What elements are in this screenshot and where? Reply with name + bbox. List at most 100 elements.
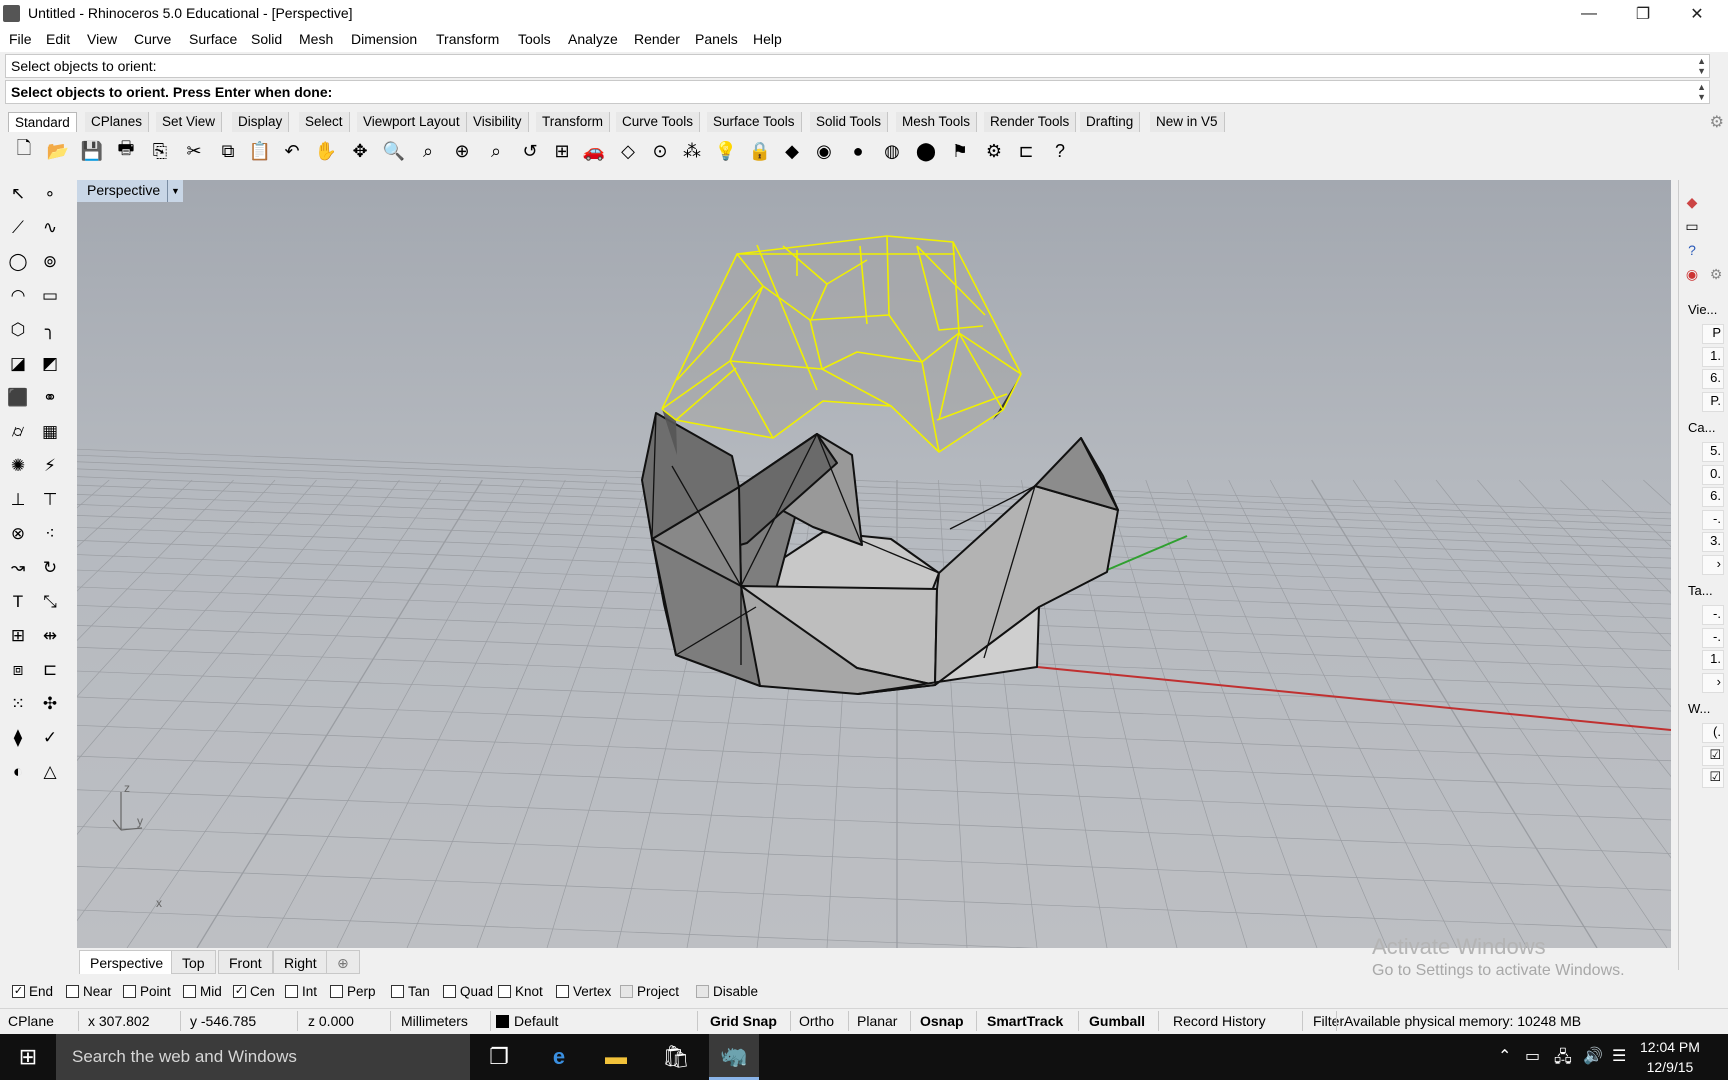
surface-icon[interactable]: ◪: [4, 350, 32, 378]
boolean-icon[interactable]: ⊗: [4, 520, 32, 548]
display-panel-icon[interactable]: ▭: [1682, 216, 1702, 236]
sphere-union-icon[interactable]: ⚭: [36, 384, 64, 412]
save-icon[interactable]: 💾: [78, 137, 106, 165]
vp-tab-top[interactable]: Top: [171, 950, 216, 974]
vp-tab-front[interactable]: Front: [218, 950, 273, 974]
join-icon[interactable]: ⁖: [36, 520, 64, 548]
osnap-checkbox[interactable]: ✓: [12, 985, 25, 998]
select-points-icon[interactable]: ⁂: [678, 137, 706, 165]
menu-edit[interactable]: Edit: [46, 31, 70, 47]
osnap-mid[interactable]: Mid: [183, 984, 222, 999]
osnap-near[interactable]: Near: [66, 984, 112, 999]
export-icon[interactable]: ⎘: [146, 137, 174, 165]
zoom-selected-icon[interactable]: ⌕: [482, 137, 510, 165]
zoom-icon[interactable]: 🔍: [380, 137, 408, 165]
osnap-perp[interactable]: Perp: [330, 984, 376, 999]
lock-icon[interactable]: 🔒: [746, 137, 774, 165]
undo-view-icon[interactable]: ↺: [516, 137, 544, 165]
tab-viewport-layout[interactable]: Viewport Layout: [357, 112, 467, 132]
command-prompt[interactable]: Select objects to orient. Press Enter wh…: [5, 80, 1710, 104]
tray-chevron-icon[interactable]: ⌃: [1498, 1046, 1511, 1066]
menu-solid[interactable]: Solid: [251, 31, 282, 47]
close-button[interactable]: ✕: [1670, 0, 1724, 28]
tray-network-icon[interactable]: 🖧: [1554, 1046, 1572, 1073]
add-viewport-icon[interactable]: ⊕: [326, 950, 360, 974]
mirror-icon[interactable]: ⇹: [36, 622, 64, 650]
perspective-viewport[interactable]: z y x: [77, 180, 1671, 948]
tray-notifications-icon[interactable]: ☰: [1612, 1046, 1626, 1066]
edge-browser-icon[interactable]: e: [534, 1034, 584, 1080]
tab-drafting[interactable]: Drafting: [1080, 112, 1141, 132]
start-windows-icon[interactable]: ⊞: [0, 1034, 56, 1080]
status-cplane[interactable]: CPlane: [8, 1013, 54, 1029]
help-panel-icon[interactable]: ?: [1682, 240, 1702, 260]
panel-property-value[interactable]: 6.: [1702, 487, 1724, 507]
gumball-icon[interactable]: ✣: [36, 690, 64, 718]
viewport-scene[interactable]: z y x: [77, 180, 1671, 948]
point-icon[interactable]: ∘: [36, 180, 64, 208]
undo-icon[interactable]: ↶: [278, 137, 306, 165]
cut-icon[interactable]: ✂: [180, 137, 208, 165]
help-icon[interactable]: ?: [1046, 137, 1074, 165]
light-icon[interactable]: 💡: [712, 137, 740, 165]
panel-property-value[interactable]: -.: [1702, 509, 1724, 530]
tab-cplanes[interactable]: CPlanes: [85, 112, 150, 132]
menu-curve[interactable]: Curve: [134, 31, 171, 47]
viewport-title[interactable]: Perspective: [77, 180, 171, 202]
car-icon[interactable]: 🚗: [580, 137, 608, 165]
menu-help[interactable]: Help: [753, 31, 782, 47]
osnap-checkbox[interactable]: [620, 985, 633, 998]
curve-icon[interactable]: ∿: [36, 214, 64, 242]
panel-property-value[interactable]: P.: [1702, 391, 1724, 412]
layers-panel-icon[interactable]: ◆: [1682, 192, 1702, 212]
minimize-button[interactable]: —: [1562, 0, 1616, 28]
print-icon[interactable]: 🖶: [112, 137, 140, 165]
osnap-vertex[interactable]: Vertex: [556, 984, 611, 999]
panel-property-value[interactable]: 1.: [1702, 346, 1724, 367]
layer-icon[interactable]: ◆: [778, 137, 806, 165]
osnap-checkbox[interactable]: [183, 985, 196, 998]
osnap-checkbox[interactable]: [498, 985, 511, 998]
options-icon[interactable]: ⚙: [980, 137, 1008, 165]
panel-property-value[interactable]: 1.: [1702, 650, 1724, 670]
zoom-extents-icon[interactable]: ⊕: [448, 137, 476, 165]
zoom-window-icon[interactable]: ⌕: [414, 137, 442, 165]
tab-transform[interactable]: Transform: [536, 112, 611, 132]
menu-analyze[interactable]: Analyze: [568, 31, 618, 47]
osnap-checkbox[interactable]: [123, 985, 136, 998]
status-layer[interactable]: Default: [514, 1013, 558, 1029]
extrude-surface-icon[interactable]: ◩: [36, 350, 64, 378]
osnap-checkbox[interactable]: [443, 985, 456, 998]
osnap-checkbox[interactable]: [330, 985, 343, 998]
tab-surface-tools[interactable]: Surface Tools: [707, 112, 802, 132]
restore-button[interactable]: ❐: [1616, 0, 1670, 28]
gumball-toggle[interactable]: Gumball: [1089, 1013, 1145, 1029]
shade-icon[interactable]: ●: [844, 137, 872, 165]
cplane-icon[interactable]: ◇: [614, 137, 642, 165]
tab-curve-tools[interactable]: Curve Tools: [616, 112, 701, 132]
copy-icon[interactable]: ⧉: [214, 137, 242, 165]
dodecahedron-lower-half[interactable]: [641, 412, 1119, 695]
osnap-toggle[interactable]: Osnap: [920, 1013, 964, 1029]
panel-property-value[interactable]: 6.: [1702, 369, 1724, 389]
menu-panels[interactable]: Panels: [695, 31, 738, 47]
polygon-icon[interactable]: ⬡: [4, 316, 32, 344]
osnap-int[interactable]: Int: [285, 984, 317, 999]
file-explorer-icon[interactable]: ▬: [591, 1034, 641, 1080]
command-history[interactable]: Select objects to orient: ▲ ▼: [5, 54, 1710, 78]
extend-icon[interactable]: ⊤: [36, 486, 64, 514]
osnap-checkbox[interactable]: [391, 985, 404, 998]
tab-new-in-v5[interactable]: New in V5: [1150, 112, 1225, 132]
osnap-point[interactable]: Point: [123, 984, 171, 999]
rhino-taskbar-icon[interactable]: 🦏: [709, 1034, 759, 1080]
drafting-icon[interactable]: △: [36, 758, 64, 786]
osnap-icon[interactable]: ⊙: [646, 137, 674, 165]
dimension-icon[interactable]: ⊏: [1012, 137, 1040, 165]
box-icon[interactable]: ⬛: [4, 384, 32, 412]
render-icon[interactable]: ⬤: [912, 137, 940, 165]
tab-select[interactable]: Select: [299, 112, 350, 132]
text-icon[interactable]: T: [4, 588, 32, 616]
four-viewports-icon[interactable]: ⊞: [548, 137, 576, 165]
osnap-knot[interactable]: Knot: [498, 984, 543, 999]
paste-icon[interactable]: 📋: [246, 137, 274, 165]
